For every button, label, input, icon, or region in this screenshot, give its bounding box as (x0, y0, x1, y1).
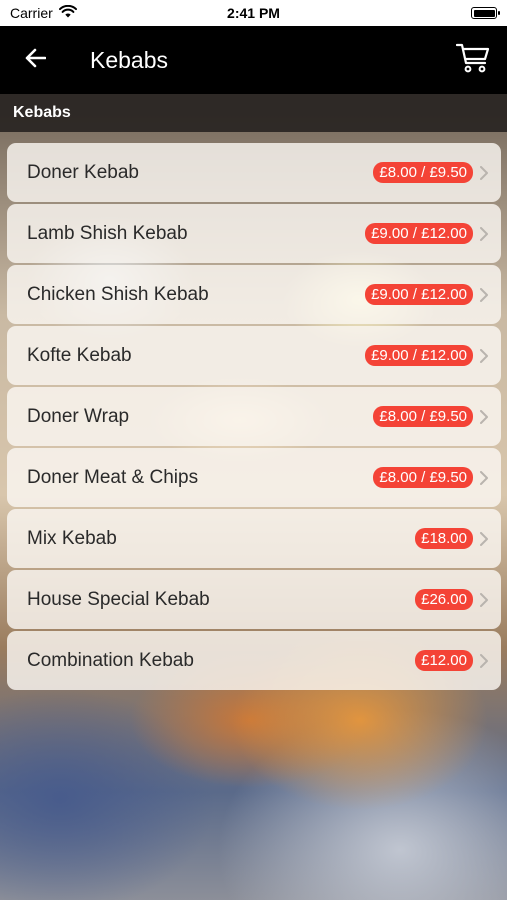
cart-button[interactable] (453, 40, 493, 80)
wifi-icon (58, 4, 77, 21)
arrow-left-icon (24, 48, 47, 73)
price-badge: £8.00 / £9.50 (373, 406, 473, 427)
price-badge: £12.00 (415, 650, 473, 671)
item-name: Combination Kebab (27, 649, 194, 671)
item-name: Kofte Kebab (27, 344, 132, 366)
section-title: Kebabs (13, 104, 71, 121)
carrier-label: Carrier (10, 5, 53, 21)
list-item[interactable]: Kofte Kebab £9.00 / £12.00 (7, 326, 501, 385)
chevron-right-icon (479, 592, 489, 608)
item-name: Mix Kebab (27, 527, 117, 549)
page-title: Kebabs (90, 46, 169, 73)
list-item[interactable]: Chicken Shish Kebab £9.00 / £12.00 (7, 265, 501, 324)
price-badge: £8.00 / £9.50 (373, 467, 473, 488)
item-name: Doner Kebab (27, 161, 139, 183)
chevron-right-icon (479, 165, 489, 181)
list-item[interactable]: Doner Meat & Chips £8.00 / £9.50 (7, 448, 501, 507)
chevron-right-icon (479, 409, 489, 425)
price-badge: £9.00 / £12.00 (365, 284, 473, 305)
chevron-right-icon (479, 653, 489, 669)
status-bar: Carrier 2:41 PM (0, 0, 507, 26)
chevron-right-icon (479, 226, 489, 242)
list-item[interactable]: Doner Kebab £8.00 / £9.50 (7, 143, 501, 202)
shopping-cart-icon (455, 43, 490, 78)
chevron-right-icon (479, 470, 489, 486)
item-name: House Special Kebab (27, 588, 210, 610)
price-badge: £8.00 / £9.50 (373, 162, 473, 183)
battery-icon (471, 7, 500, 19)
chevron-right-icon (479, 287, 489, 303)
list-item[interactable]: Combination Kebab £12.00 (7, 631, 501, 690)
status-left: Carrier (10, 4, 77, 21)
menu-list: Doner Kebab £8.00 / £9.50 Lamb Shish Keb… (7, 143, 501, 692)
section-header: Kebabs (0, 94, 507, 132)
chevron-right-icon (479, 531, 489, 547)
price-badge: £9.00 / £12.00 (365, 223, 473, 244)
list-item[interactable]: Mix Kebab £18.00 (7, 509, 501, 568)
price-badge: £18.00 (415, 528, 473, 549)
item-name: Doner Wrap (27, 405, 130, 427)
chevron-right-icon (479, 348, 489, 364)
item-name: Chicken Shish Kebab (27, 283, 209, 305)
price-badge: £9.00 / £12.00 (365, 345, 473, 366)
price-badge: £26.00 (415, 589, 473, 610)
list-item[interactable]: House Special Kebab £26.00 (7, 570, 501, 629)
item-name: Lamb Shish Kebab (27, 222, 188, 244)
back-button[interactable] (0, 26, 70, 94)
list-item[interactable]: Doner Wrap £8.00 / £9.50 (7, 387, 501, 446)
nav-bar: Kebabs (0, 26, 507, 94)
item-name: Doner Meat & Chips (27, 466, 199, 488)
list-item[interactable]: Lamb Shish Kebab £9.00 / £12.00 (7, 204, 501, 263)
